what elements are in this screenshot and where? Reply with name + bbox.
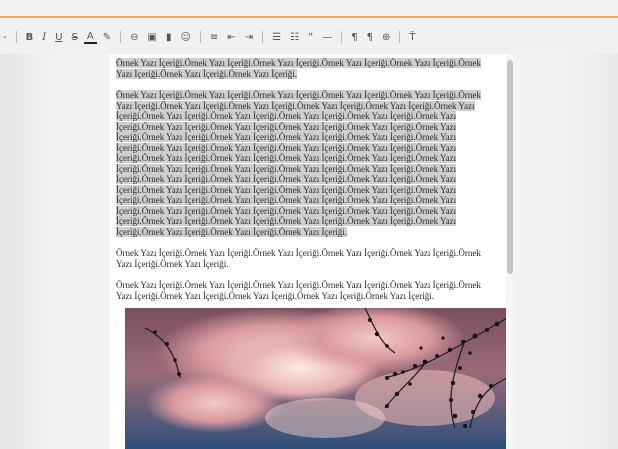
editor-content[interactable]: Örnek Yazı İçeriği.Örnek Yazı İçeriği.Ör… (116, 58, 498, 312)
editor-area: Örnek Yazı İçeriği.Örnek Yazı İçeriği.Ör… (0, 54, 618, 449)
bulleted-list-button[interactable]: ☰ (269, 28, 284, 46)
numbered-list-button[interactable]: ☷ (287, 28, 302, 46)
underline-button[interactable]: U (52, 28, 65, 46)
toolbar-separator (262, 31, 264, 43)
italic-button[interactable]: I (39, 28, 49, 46)
selected-text[interactable]: Örnek Yazı İçeriği.Örnek Yazı İçeriği.Ör… (116, 90, 481, 237)
indent-increase-button[interactable]: ⇥ (242, 28, 256, 46)
text-color-button[interactable]: A (83, 30, 97, 44)
paragraph-4[interactable]: Örnek Yazı İçeriği.Örnek Yazı İçeriği.Ör… (116, 280, 498, 301)
link-button[interactable]: ⊖ (127, 28, 141, 46)
editor-page[interactable]: Örnek Yazı İçeriği.Örnek Yazı İçeriği.Ör… (110, 54, 510, 449)
toolbar-separator (341, 31, 343, 43)
paragraph-3[interactable]: Örnek Yazı İçeriği.Örnek Yazı İçeriği.Ör… (116, 248, 498, 269)
vertical-scrollbar[interactable] (506, 56, 514, 449)
toolbar-separator (399, 31, 401, 43)
highlight-icon[interactable]: ✎ (100, 28, 114, 46)
dropdown-arrow-icon[interactable]: - (0, 28, 10, 46)
rtl-button[interactable]: ¶ (364, 28, 376, 46)
paragraph-2[interactable]: Örnek Yazı İçeriği.Örnek Yazı İçeriği.Ör… (116, 90, 498, 237)
formatting-toolbar: - B I U S A ✎ ⊖ ▣ ▮ ☺ ≡ ⇤ ⇥ ☰ ☷ ” — ¶ ¶ … (0, 24, 618, 50)
scrollbar-thumb[interactable] (507, 60, 513, 274)
toolbar-separator (15, 31, 17, 43)
align-button[interactable]: ≡ (207, 28, 221, 46)
toolbar-separator (199, 31, 201, 43)
ltr-button[interactable]: ¶ (348, 28, 360, 46)
sky-photo (125, 308, 507, 449)
embedded-image-sky[interactable] (125, 308, 507, 449)
paragraph-1[interactable]: Örnek Yazı İçeriği.Örnek Yazı İçeriği.Ör… (116, 58, 498, 79)
horizontal-rule-button[interactable]: — (319, 28, 335, 46)
language-button[interactable]: ⊕ (379, 28, 393, 46)
indent-decrease-button[interactable]: ⇤ (224, 28, 238, 46)
toolbar-separator (120, 31, 122, 43)
selected-text[interactable]: Örnek Yazı İçeriği.Örnek Yazı İçeriği.Ör… (116, 58, 481, 79)
image-button[interactable]: ▣ (145, 28, 160, 46)
emoji-button[interactable]: ☺ (177, 28, 193, 46)
clear-format-button[interactable]: Ť (406, 28, 418, 46)
video-button[interactable]: ▮ (163, 28, 175, 46)
strikethrough-button[interactable]: S (69, 28, 81, 46)
top-bar (0, 0, 618, 18)
quote-button[interactable]: ” (305, 28, 316, 46)
bold-button[interactable]: B (23, 28, 37, 46)
